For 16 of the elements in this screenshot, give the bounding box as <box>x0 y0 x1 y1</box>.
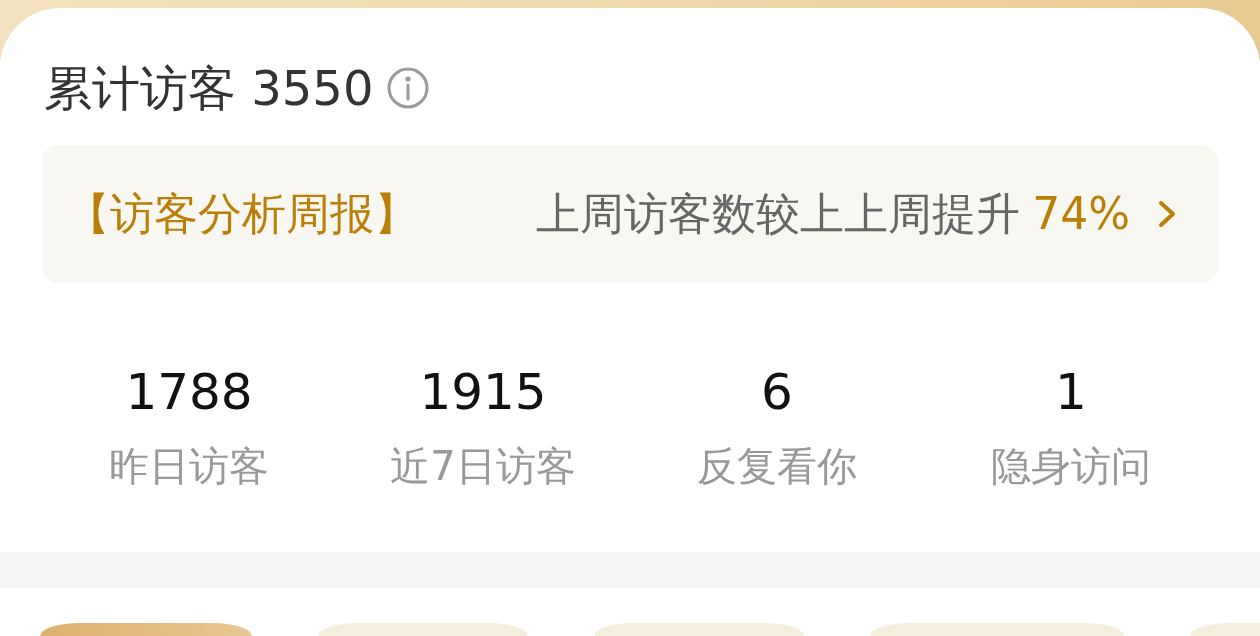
weekly-report-banner[interactable]: 【访客分析周报】 上周访客数较上上周提升 74% <box>42 145 1218 283</box>
change-percent: 74% <box>1032 187 1130 241</box>
stat-value: 1788 <box>125 362 253 423</box>
stat-label: 隐身访问 <box>991 442 1151 491</box>
stat-label: 昨日访客 <box>109 442 269 491</box>
stat-value: 1 <box>1055 362 1087 423</box>
chevron-right-icon <box>1158 200 1176 228</box>
info-icon[interactable] <box>387 67 430 109</box>
filter-chip[interactable] <box>1190 623 1260 636</box>
stat-label: 反复看你 <box>697 442 857 491</box>
weekly-report-tag: 【访客分析周报】 <box>66 186 418 242</box>
stat-value: 1915 <box>419 362 547 423</box>
stat-label: 近7日访客 <box>390 442 576 491</box>
weekly-summary-text: 上周访客数较上上周提升 <box>536 187 1021 241</box>
visitor-total-title: 累计访客 3550 <box>44 59 374 118</box>
stat-value: 6 <box>761 362 793 423</box>
